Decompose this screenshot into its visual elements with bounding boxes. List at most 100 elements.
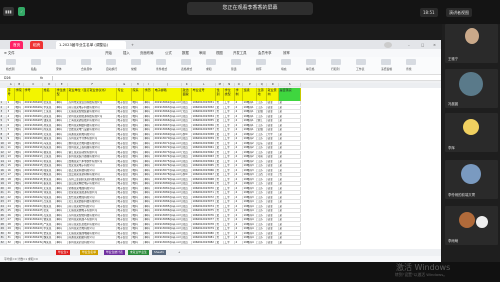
column-letter[interactable]: M (216, 83, 224, 88)
header-cell[interactable]: 政治面貌 (182, 88, 192, 101)
column-letter[interactable]: K (182, 83, 192, 88)
tab-document[interactable]: 1-2023届毕业生名单 (调整后) (56, 41, 126, 49)
ribbon-button-13[interactable] (331, 59, 341, 65)
ribbon-button-6[interactable] (156, 59, 166, 65)
header-cell[interactable]: 就业意向 (267, 88, 279, 101)
column-letter[interactable]: P (243, 83, 257, 88)
ribbon-button-9[interactable] (231, 59, 241, 65)
menu-page-layout[interactable]: 页面布局 (140, 50, 154, 56)
table-cell[interactable]: 是 (279, 240, 301, 245)
table-cell[interactable]: 1066912023082 (192, 240, 216, 245)
column-letter[interactable]: B (15, 83, 24, 88)
table-cell[interactable]: 电科 (15, 240, 24, 245)
tab-home[interactable]: 首页 (10, 41, 24, 49)
header-cell[interactable]: 毕业证号 (192, 88, 216, 101)
menu-review[interactable]: 审阅 (199, 50, 206, 56)
sheet-grid[interactable]: A B C D E F G H I J K L M N O P Q R S 序号 学院 学号 姓名 学生类型 就业单位（签订就业… (0, 83, 441, 249)
table-cell[interactable]: 工学 (224, 240, 235, 245)
ribbon-button-5[interactable] (131, 59, 141, 65)
ribbon-button-15[interactable] (381, 59, 391, 65)
add-sheet-icon[interactable]: + (176, 250, 182, 255)
avatar[interactable] (384, 42, 392, 48)
ribbon-button-16[interactable] (406, 59, 416, 65)
sheet-tab[interactable]: 毕业生统计表 (104, 250, 125, 255)
table-cell[interactable]: 20191306232 (24, 240, 43, 245)
table-cell[interactable]: 江苏 (257, 240, 267, 245)
menu-efficiency[interactable]: 效率 (283, 50, 290, 56)
table-cell[interactable]: 就业 (267, 240, 279, 245)
table-cell[interactable]: 201913093@qq.com (154, 240, 182, 245)
column-letter[interactable]: A (7, 83, 15, 88)
table-cell[interactable]: 陶某某 (43, 240, 56, 245)
menu-home[interactable]: 开始 (105, 50, 112, 56)
participant-video[interactable]: 冯晨晨 (445, 69, 498, 108)
participant-video[interactable]: 王雅宁 (445, 24, 498, 63)
close-icon[interactable]: × (430, 41, 439, 49)
menu-insert[interactable]: 插入 (123, 50, 130, 56)
table-cell[interactable]: 电子信息 (117, 240, 132, 245)
ribbon-button-12[interactable] (306, 59, 316, 65)
table-cell[interactable]: 女 (216, 240, 224, 245)
menu-developer[interactable]: 开发工具 (233, 50, 247, 56)
column-letter[interactable]: H (132, 83, 144, 88)
header-cell[interactable]: 生源地 (257, 88, 267, 101)
header-cell[interactable]: 电子邮箱 (154, 88, 182, 101)
header-cell[interactable]: 院系 (132, 88, 144, 101)
ribbon-button-3[interactable] (81, 59, 91, 65)
column-letter[interactable]: E (56, 83, 68, 88)
table-cell[interactable]: 19电科4 (243, 240, 257, 245)
column-letter[interactable]: G (117, 83, 132, 88)
column-letter[interactable]: D (43, 83, 56, 88)
column-letter[interactable]: J (154, 83, 182, 88)
menu-data[interactable]: 数据 (182, 50, 189, 56)
column-letter[interactable]: L (192, 83, 216, 88)
header-cell[interactable]: 学生类型 (56, 88, 68, 101)
participant-video[interactable]: 李伶俐的前端又寄 (445, 160, 498, 199)
header-cell[interactable]: 是否落实 (279, 88, 301, 101)
ribbon-button-8[interactable] (206, 59, 216, 65)
sheet-tab[interactable]: 毕业生名单 (80, 250, 98, 255)
header-cell[interactable]: 就业单位（签订就业协议书） (68, 88, 117, 101)
ribbon-button-11[interactable] (281, 59, 291, 65)
ribbon-button-7[interactable] (181, 59, 191, 65)
menu-formula[interactable]: 公式 (165, 50, 172, 56)
tab-docer[interactable]: 稻壳 (30, 41, 44, 49)
header-cell[interactable]: 学制 (235, 88, 243, 101)
minimize-icon[interactable]: – (405, 41, 413, 49)
sheet-tab[interactable]: 未就业毕业生 (128, 250, 149, 255)
table-cell[interactable]: 本科 (144, 240, 154, 245)
participant-video[interactable]: 李辉 (445, 113, 498, 152)
menu-view[interactable]: 视图 (216, 50, 223, 56)
column-letter[interactable]: I (144, 83, 154, 88)
header-cell[interactable]: 序号 (7, 88, 15, 101)
header-cell[interactable]: 班级 (243, 88, 257, 101)
column-letter[interactable]: N (224, 83, 235, 88)
column-letter[interactable]: F (68, 83, 117, 88)
new-tab-icon[interactable]: + (128, 41, 137, 49)
ribbon-button-2[interactable] (56, 59, 66, 65)
header-cell[interactable]: 性别 (216, 88, 224, 101)
header-cell[interactable]: 姓名 (43, 88, 56, 101)
formula-input[interactable] (52, 75, 432, 81)
row-number[interactable]: 32 (0, 240, 7, 245)
menu-member[interactable]: 会员专享 (258, 50, 272, 56)
table-cell[interactable]: 泰州某某药业有限公司 (68, 240, 117, 245)
header-cell[interactable]: 专业 (117, 88, 132, 101)
fx-icon[interactable]: fx (40, 75, 43, 81)
ribbon-button-14[interactable] (356, 59, 366, 65)
header-cell[interactable]: 学号 (24, 88, 43, 101)
header-cell[interactable]: 学院 (15, 88, 24, 101)
table-cell[interactable]: 电科 (132, 240, 144, 245)
column-letter[interactable]: O (235, 83, 243, 88)
participant-video[interactable]: 李雨萌 (445, 206, 498, 245)
table-cell[interactable]: 4 (235, 240, 243, 245)
table-cell[interactable]: 团员 (182, 240, 192, 245)
menu-file[interactable]: ≡ 文件 (4, 50, 15, 56)
ribbon-button-4[interactable] (106, 59, 116, 65)
table-cell[interactable]: 32 (7, 240, 15, 245)
sheet-tab[interactable]: Sheet1 (152, 250, 166, 255)
column-letter[interactable]: Q (257, 83, 267, 88)
ribbon-button-10[interactable] (256, 59, 266, 65)
header-cell[interactable]: 学位类型 (224, 88, 235, 101)
column-letter[interactable]: C (24, 83, 43, 88)
